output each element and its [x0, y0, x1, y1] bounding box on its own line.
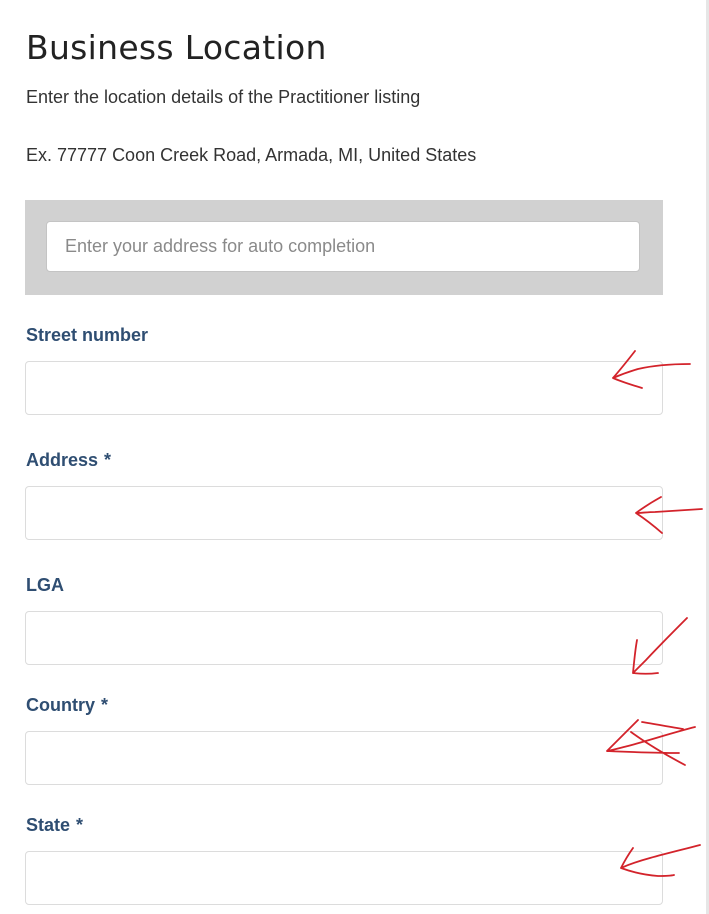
required-asterisk: *	[104, 450, 112, 470]
address-input[interactable]	[25, 486, 663, 540]
lga-input[interactable]	[25, 611, 663, 665]
state-label-text: State	[26, 815, 71, 835]
address-label-text: Address	[26, 450, 99, 470]
page-title: Business Location	[26, 28, 327, 67]
address-label: Address *	[26, 450, 111, 471]
state-label: State *	[26, 815, 83, 836]
address-example: Ex. 77777 Coon Creek Road, Armada, MI, U…	[26, 145, 477, 165]
lga-label-text: LGA	[26, 575, 64, 595]
country-label: Country *	[26, 695, 108, 716]
autocomplete-panel	[25, 200, 663, 295]
lga-label: LGA	[26, 575, 70, 596]
street-number-label-text: Street number	[26, 325, 149, 345]
country-label-text: Country	[26, 695, 95, 715]
street-number-label: Street number	[26, 325, 154, 346]
page-subtitle: Enter the location details of the Practi…	[26, 87, 421, 107]
required-asterisk: *	[76, 815, 84, 835]
required-asterisk: *	[101, 695, 109, 715]
state-input[interactable]	[25, 851, 663, 905]
street-number-input[interactable]	[25, 361, 663, 415]
country-input[interactable]	[25, 731, 663, 785]
address-autocomplete-input[interactable]	[46, 221, 640, 272]
